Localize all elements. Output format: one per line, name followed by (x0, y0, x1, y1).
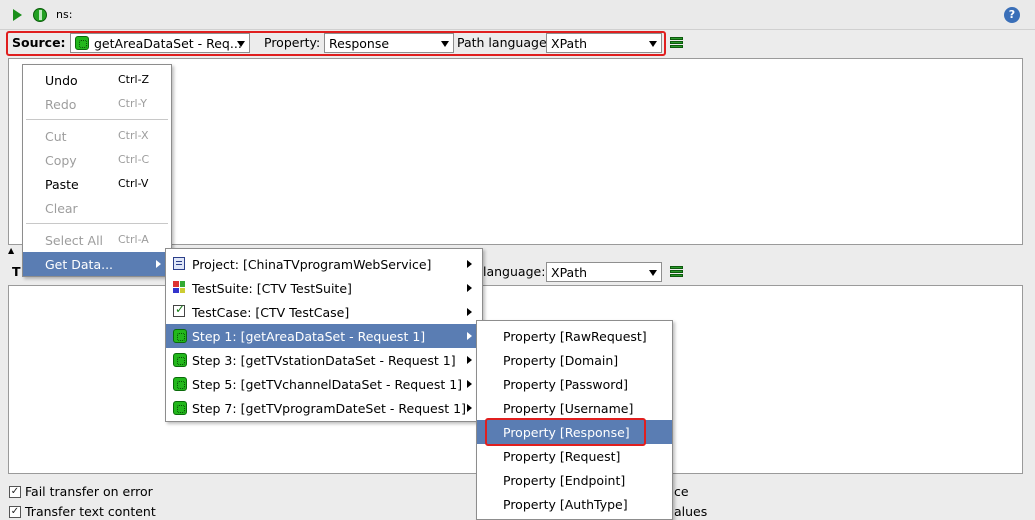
chevron-down-icon (649, 41, 657, 47)
test-step-icon (173, 329, 187, 343)
source-select[interactable]: getAreaDataSet - Req... (70, 33, 250, 53)
menu-separator (26, 223, 168, 224)
property-item-password[interactable]: Property [Password] (477, 372, 672, 396)
property-item-authtype[interactable]: Property [AuthType] (477, 492, 672, 516)
run-all-icon[interactable] (33, 8, 47, 22)
ns-label: ns: (56, 8, 73, 21)
property-select-value: Response (329, 36, 390, 51)
test-step-icon (173, 353, 187, 367)
menu-item-get-data[interactable]: Get Data... (23, 252, 171, 276)
test-step-icon (75, 36, 89, 50)
chevron-right-icon (467, 308, 472, 316)
test-step-icon (173, 377, 187, 391)
chevron-right-icon (467, 356, 472, 364)
property-item-username[interactable]: Property [Username] (477, 396, 672, 420)
menu-item-select-all[interactable]: Select All Ctrl-A (23, 228, 171, 252)
chevron-right-icon (467, 404, 472, 412)
get-data-item-project[interactable]: Project: [ChinaTVprogramWebService] (166, 252, 482, 276)
editor-context-menu: Undo Ctrl-Z Redo Ctrl-Y Cut Ctrl-X Copy Ctrl… (22, 64, 172, 277)
property-item-request[interactable]: Property [Request] (477, 444, 672, 468)
source-label: Source: (12, 35, 66, 50)
menu-item-paste[interactable]: Paste Ctrl-V (23, 172, 171, 196)
help-icon[interactable]: ? (1004, 7, 1020, 23)
get-data-item-step-3[interactable]: Step 3: [getTVstationDataSet - Request 1… (166, 348, 482, 372)
chevron-down-icon (649, 270, 657, 276)
chevron-right-icon (467, 332, 472, 340)
project-icon (173, 257, 185, 270)
chevron-right-icon (467, 260, 472, 268)
testsuite-icon (173, 281, 185, 293)
source-row: Source: getAreaDataSet - Req... Property… (0, 30, 1035, 56)
target-path-language-select[interactable]: XPath (546, 262, 662, 282)
transfer-toolbar: ns: ? (0, 0, 1035, 30)
path-language-value: XPath (551, 36, 588, 51)
menu-item-clear[interactable]: Clear (23, 196, 171, 220)
get-data-item-step-5[interactable]: Step 5: [getTVchannelDataSet - Request 1… (166, 372, 482, 396)
option-label-partial: ce (674, 484, 689, 499)
menu-item-undo[interactable]: Undo Ctrl-Z (23, 68, 171, 92)
get-data-submenu: Project: [ChinaTVprogramWebService] Test… (165, 248, 483, 422)
target-label: T (12, 264, 21, 279)
response-highlight-box (485, 418, 646, 446)
get-data-item-step-1[interactable]: Step 1: [getAreaDataSet - Request 1] (166, 324, 482, 348)
chevron-right-icon (156, 260, 161, 268)
xpath-selector-icon[interactable] (670, 266, 683, 277)
path-language-label: Path language: (457, 35, 551, 50)
play-icon[interactable] (13, 9, 22, 21)
menu-separator (26, 119, 168, 120)
target-path-language-value: XPath (551, 265, 588, 280)
transfer-text-checkbox[interactable]: ✓ (9, 506, 21, 518)
target-path-language-label: language: (483, 264, 546, 279)
property-label: Property: (264, 35, 321, 50)
test-step-icon (173, 401, 187, 415)
chevron-down-icon (441, 41, 449, 47)
property-select[interactable]: Response (324, 33, 454, 53)
menu-item-copy[interactable]: Copy Ctrl-C (23, 148, 171, 172)
chevron-right-icon (467, 380, 472, 388)
get-data-item-testcase[interactable]: TestCase: [CTV TestCase] (166, 300, 482, 324)
menu-item-cut[interactable]: Cut Ctrl-X (23, 124, 171, 148)
testcase-icon (173, 302, 185, 317)
option-label-partial: alues (674, 504, 708, 519)
splitter-up-icon[interactable]: ▲ (8, 247, 18, 255)
transfer-text-label: Transfer text content (25, 504, 156, 519)
source-select-value: getAreaDataSet - Req... (94, 36, 242, 51)
get-data-item-step-7[interactable]: Step 7: [getTVprogramDateSet - Request 1… (166, 396, 482, 420)
property-submenu: Property [RawRequest] Property [Domain] … (476, 320, 673, 520)
property-item-rawrequest[interactable]: Property [RawRequest] (477, 324, 672, 348)
chevron-down-icon (237, 41, 245, 47)
property-item-domain[interactable]: Property [Domain] (477, 348, 672, 372)
fail-transfer-checkbox[interactable]: ✓ (9, 486, 21, 498)
path-language-select[interactable]: XPath (546, 33, 662, 53)
get-data-item-testsuite[interactable]: TestSuite: [CTV TestSuite] (166, 276, 482, 300)
xpath-selector-icon[interactable] (670, 37, 683, 48)
chevron-right-icon (467, 284, 472, 292)
menu-item-redo[interactable]: Redo Ctrl-Y (23, 92, 171, 116)
property-item-endpoint[interactable]: Property [Endpoint] (477, 468, 672, 492)
fail-transfer-label: Fail transfer on error (25, 484, 153, 499)
